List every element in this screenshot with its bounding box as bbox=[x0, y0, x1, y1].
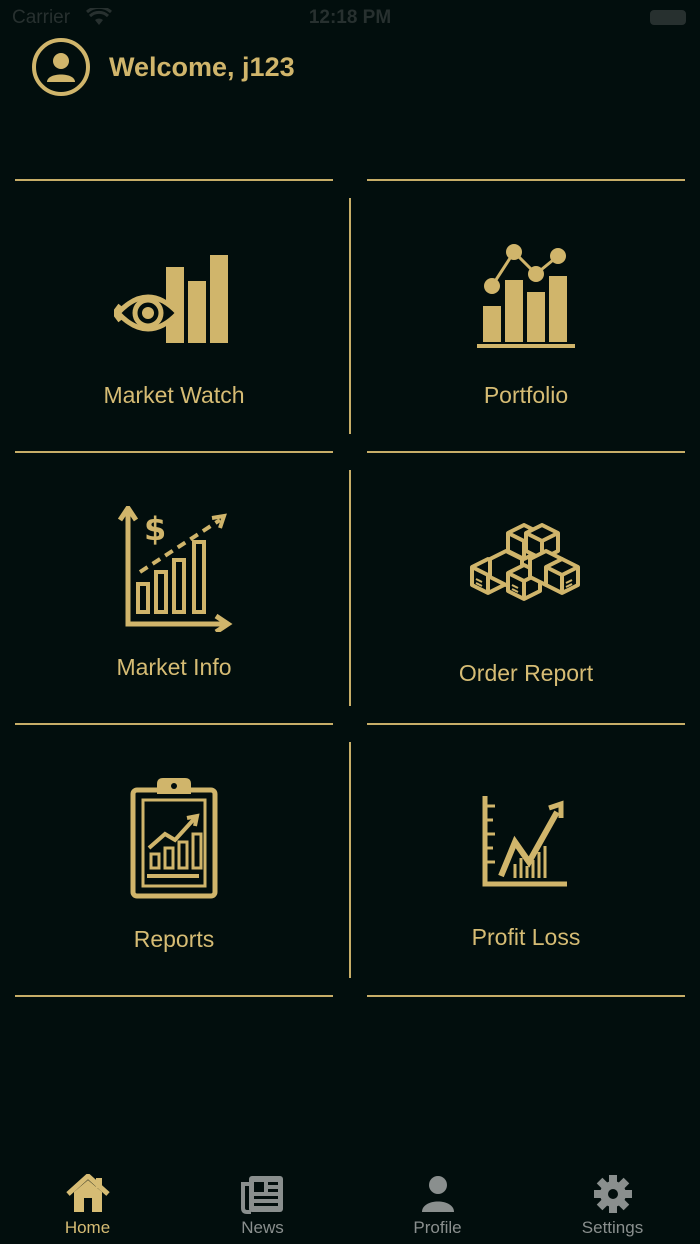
tile-label: Portfolio bbox=[483, 382, 569, 408]
divider bbox=[367, 995, 685, 997]
divider bbox=[15, 451, 333, 453]
bar-line-chart-icon bbox=[471, 240, 581, 350]
tile-label: Profit Loss bbox=[471, 924, 581, 950]
divider bbox=[349, 742, 351, 978]
newspaper-icon bbox=[240, 1176, 283, 1214]
tile-label: Market Info bbox=[116, 654, 232, 680]
battery-icon bbox=[650, 10, 686, 25]
eye-chart-icon bbox=[114, 240, 234, 350]
header: Welcome, j123 bbox=[32, 38, 295, 96]
tile-market-watch[interactable]: Market Watch bbox=[15, 240, 333, 409]
profit-loss-chart-icon bbox=[481, 790, 571, 890]
divider bbox=[15, 723, 333, 725]
tab-label: Home bbox=[64, 1218, 111, 1237]
status-bar: Carrier 12:18 PM bbox=[0, 0, 700, 36]
divider bbox=[367, 179, 685, 181]
divider bbox=[15, 179, 333, 181]
home-icon bbox=[65, 1174, 110, 1212]
tile-profit-loss[interactable]: Profit Loss bbox=[367, 790, 685, 951]
tile-label: Order Report bbox=[458, 660, 594, 686]
tile-portfolio[interactable]: Portfolio bbox=[367, 240, 685, 409]
tab-profile[interactable]: Profile bbox=[350, 1174, 525, 1244]
tile-market-info[interactable]: $ Market Info bbox=[15, 506, 333, 681]
clipboard-chart-icon bbox=[129, 778, 219, 900]
status-time: 12:18 PM bbox=[308, 7, 392, 28]
dollar-growth-chart-icon: $ bbox=[114, 506, 234, 632]
person-icon bbox=[421, 1176, 454, 1212]
tile-reports[interactable]: Reports bbox=[15, 778, 333, 953]
tile-label: Reports bbox=[133, 926, 215, 952]
tab-settings[interactable]: Settings bbox=[525, 1174, 700, 1244]
avatar-icon[interactable] bbox=[32, 38, 90, 96]
svg-text:$: $ bbox=[144, 510, 166, 548]
tile-label: Market Watch bbox=[103, 382, 245, 408]
divider bbox=[349, 470, 351, 706]
home-screen: Carrier 12:18 PM Welcome, j123 Market Wa… bbox=[0, 0, 700, 1244]
gear-icon bbox=[593, 1175, 632, 1213]
boxes-icon bbox=[468, 520, 584, 616]
tab-news[interactable]: News bbox=[175, 1174, 350, 1244]
tab-bar: Home News Profile Settings bbox=[0, 1160, 700, 1244]
welcome-text: Welcome, j123 bbox=[109, 51, 295, 82]
tile-order-report[interactable]: Order Report bbox=[367, 520, 685, 687]
divider bbox=[367, 723, 685, 725]
tab-label: Profile bbox=[413, 1218, 462, 1237]
divider bbox=[15, 995, 333, 997]
divider bbox=[367, 451, 685, 453]
tab-label: News bbox=[241, 1218, 284, 1237]
tab-home[interactable]: Home bbox=[0, 1174, 175, 1244]
tab-label: Settings bbox=[581, 1218, 644, 1237]
divider bbox=[349, 198, 351, 434]
